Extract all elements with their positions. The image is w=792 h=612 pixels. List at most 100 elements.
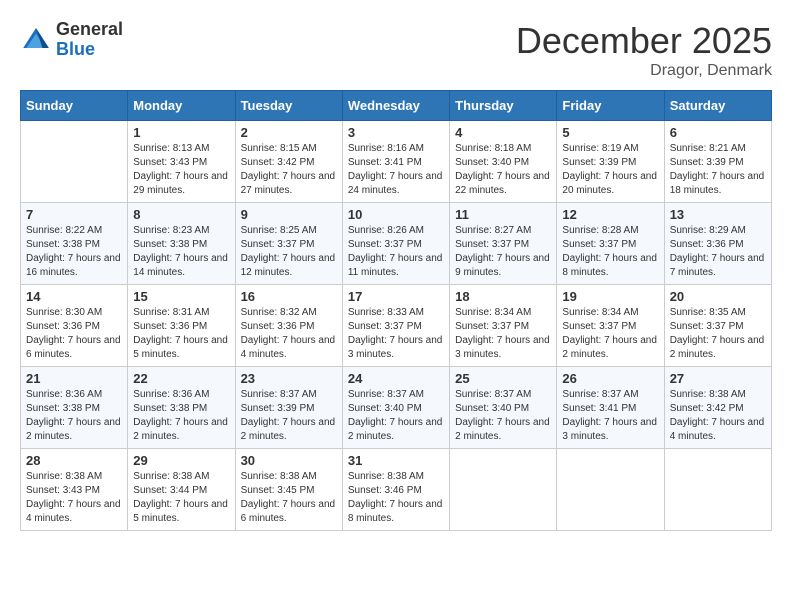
page-header: General Blue December 2025 Dragor, Denma… [20, 20, 772, 80]
col-header-thursday: Thursday [450, 91, 557, 121]
week-row-3: 21 Sunrise: 8:36 AMSunset: 3:38 PMDayligh… [21, 367, 772, 449]
day-number: 22 [133, 371, 229, 386]
calendar-cell: 26Sunrise: 8:37 AMSunset: 3:41 PMDayligh… [557, 367, 664, 449]
day-info: Sunrise: 8:34 AMSunset: 3:37 PMDaylight:… [562, 306, 658, 362]
day-number: 29 [133, 453, 229, 468]
day-info: Sunrise: 8:27 AMSunset: 3:37 PMDaylight:… [455, 224, 551, 280]
day-number: 12 [562, 207, 658, 222]
calendar-cell: 29 Sunrise: 8:38 AMSunset: 3:44 PMDayligh… [128, 449, 235, 531]
calendar-cell [664, 449, 771, 531]
day-number: 4 [455, 125, 551, 140]
calendar-cell: 22 Sunrise: 8:36 AMSunset: 3:38 PMDayligh… [128, 367, 235, 449]
calendar-cell: 21 Sunrise: 8:36 AMSunset: 3:38 PMDayligh… [21, 367, 128, 449]
day-info: Sunrise: 8:15 AMSunset: 3:42 PMDaylight:… [241, 142, 337, 198]
day-number: 6 [670, 125, 766, 140]
day-number: 20 [670, 289, 766, 304]
calendar-cell: 14Sunrise: 8:30 AMSunset: 3:36 PMDayligh… [21, 285, 128, 367]
week-row-2: 14Sunrise: 8:30 AMSunset: 3:36 PMDayligh… [21, 285, 772, 367]
calendar-cell [557, 449, 664, 531]
day-info: Sunrise: 8:38 AMSunset: 3:42 PMDaylight:… [670, 388, 766, 444]
day-number: 28 [26, 453, 122, 468]
calendar-cell: 13 Sunrise: 8:29 AMSunset: 3:36 PMDayligh… [664, 203, 771, 285]
day-info: Sunrise: 8:19 AMSunset: 3:39 PMDaylight:… [562, 142, 658, 198]
calendar-cell [450, 449, 557, 531]
day-number: 21 [26, 371, 122, 386]
day-number: 2 [241, 125, 337, 140]
calendar-cell: 2 Sunrise: 8:15 AMSunset: 3:42 PMDaylight… [235, 121, 342, 203]
calendar-cell: 31Sunrise: 8:38 AMSunset: 3:46 PMDayligh… [342, 449, 449, 531]
calendar-cell: 17 Sunrise: 8:33 AMSunset: 3:37 PMDayligh… [342, 285, 449, 367]
week-row-4: 28Sunrise: 8:38 AMSunset: 3:43 PMDayligh… [21, 449, 772, 531]
location: Dragor, Denmark [516, 62, 772, 80]
calendar-cell: 28Sunrise: 8:38 AMSunset: 3:43 PMDayligh… [21, 449, 128, 531]
day-info: Sunrise: 8:18 AMSunset: 3:40 PMDaylight:… [455, 142, 551, 198]
calendar-cell: 7 Sunrise: 8:22 AMSunset: 3:38 PMDaylight… [21, 203, 128, 285]
day-info: Sunrise: 8:23 AMSunset: 3:38 PMDaylight:… [133, 224, 229, 280]
week-row-1: 7 Sunrise: 8:22 AMSunset: 3:38 PMDaylight… [21, 203, 772, 285]
day-info: Sunrise: 8:13 AMSunset: 3:43 PMDaylight:… [133, 142, 229, 198]
day-info: Sunrise: 8:16 AMSunset: 3:41 PMDaylight:… [348, 142, 444, 198]
calendar-cell: 12Sunrise: 8:28 AMSunset: 3:37 PMDayligh… [557, 203, 664, 285]
day-number: 7 [26, 207, 122, 222]
day-number: 9 [241, 207, 337, 222]
day-info: Sunrise: 8:37 AMSunset: 3:40 PMDaylight:… [348, 388, 444, 444]
day-number: 24 [348, 371, 444, 386]
day-number: 17 [348, 289, 444, 304]
calendar-cell: 10Sunrise: 8:26 AMSunset: 3:37 PMDayligh… [342, 203, 449, 285]
calendar-cell: 9 Sunrise: 8:25 AMSunset: 3:37 PMDaylight… [235, 203, 342, 285]
day-number: 16 [241, 289, 337, 304]
logo-icon [20, 24, 52, 56]
day-info: Sunrise: 8:31 AMSunset: 3:36 PMDaylight:… [133, 306, 229, 362]
day-number: 13 [670, 207, 766, 222]
day-number: 15 [133, 289, 229, 304]
day-info: Sunrise: 8:21 AMSunset: 3:39 PMDaylight:… [670, 142, 766, 198]
day-info: Sunrise: 8:36 AMSunset: 3:38 PMDaylight:… [26, 388, 122, 444]
calendar-cell: 24 Sunrise: 8:37 AMSunset: 3:40 PMDayligh… [342, 367, 449, 449]
day-number: 19 [562, 289, 658, 304]
day-number: 23 [241, 371, 337, 386]
day-info: Sunrise: 8:37 AMSunset: 3:40 PMDaylight:… [455, 388, 551, 444]
day-info: Sunrise: 8:37 AMSunset: 3:39 PMDaylight:… [241, 388, 337, 444]
calendar-cell: 8Sunrise: 8:23 AMSunset: 3:38 PMDaylight… [128, 203, 235, 285]
calendar-cell: 20 Sunrise: 8:35 AMSunset: 3:37 PMDayligh… [664, 285, 771, 367]
day-info: Sunrise: 8:25 AMSunset: 3:37 PMDaylight:… [241, 224, 337, 280]
day-number: 11 [455, 207, 551, 222]
day-info: Sunrise: 8:36 AMSunset: 3:38 PMDaylight:… [133, 388, 229, 444]
col-header-saturday: Saturday [664, 91, 771, 121]
calendar-cell: 5 Sunrise: 8:19 AMSunset: 3:39 PMDaylight… [557, 121, 664, 203]
day-info: Sunrise: 8:33 AMSunset: 3:37 PMDaylight:… [348, 306, 444, 362]
calendar-cell: 25 Sunrise: 8:37 AMSunset: 3:40 PMDayligh… [450, 367, 557, 449]
month-title: December 2025 [516, 20, 772, 62]
calendar-cell: 16 Sunrise: 8:32 AMSunset: 3:36 PMDayligh… [235, 285, 342, 367]
logo-text: General Blue [56, 20, 123, 60]
day-number: 14 [26, 289, 122, 304]
day-number: 5 [562, 125, 658, 140]
day-info: Sunrise: 8:38 AMSunset: 3:46 PMDaylight:… [348, 470, 444, 526]
col-header-tuesday: Tuesday [235, 91, 342, 121]
day-number: 18 [455, 289, 551, 304]
col-header-sunday: Sunday [21, 91, 128, 121]
day-info: Sunrise: 8:29 AMSunset: 3:36 PMDaylight:… [670, 224, 766, 280]
day-info: Sunrise: 8:38 AMSunset: 3:44 PMDaylight:… [133, 470, 229, 526]
day-info: Sunrise: 8:34 AMSunset: 3:37 PMDaylight:… [455, 306, 551, 362]
calendar-cell: 4 Sunrise: 8:18 AMSunset: 3:40 PMDaylight… [450, 121, 557, 203]
day-info: Sunrise: 8:38 AMSunset: 3:45 PMDaylight:… [241, 470, 337, 526]
day-number: 1 [133, 125, 229, 140]
day-info: Sunrise: 8:22 AMSunset: 3:38 PMDaylight:… [26, 224, 122, 280]
calendar-cell: 15 Sunrise: 8:31 AMSunset: 3:36 PMDayligh… [128, 285, 235, 367]
day-info: Sunrise: 8:32 AMSunset: 3:36 PMDaylight:… [241, 306, 337, 362]
day-number: 10 [348, 207, 444, 222]
calendar-cell: 27 Sunrise: 8:38 AMSunset: 3:42 PMDayligh… [664, 367, 771, 449]
calendar-cell: 1 Sunrise: 8:13 AMSunset: 3:43 PMDaylight… [128, 121, 235, 203]
calendar-cell: 6 Sunrise: 8:21 AMSunset: 3:39 PMDaylight… [664, 121, 771, 203]
day-number: 30 [241, 453, 337, 468]
day-number: 25 [455, 371, 551, 386]
calendar-cell: 3 Sunrise: 8:16 AMSunset: 3:41 PMDaylight… [342, 121, 449, 203]
calendar-cell [21, 121, 128, 203]
calendar-cell: 30 Sunrise: 8:38 AMSunset: 3:45 PMDayligh… [235, 449, 342, 531]
day-number: 3 [348, 125, 444, 140]
day-info: Sunrise: 8:35 AMSunset: 3:37 PMDaylight:… [670, 306, 766, 362]
day-number: 26 [562, 371, 658, 386]
col-header-monday: Monday [128, 91, 235, 121]
day-number: 27 [670, 371, 766, 386]
